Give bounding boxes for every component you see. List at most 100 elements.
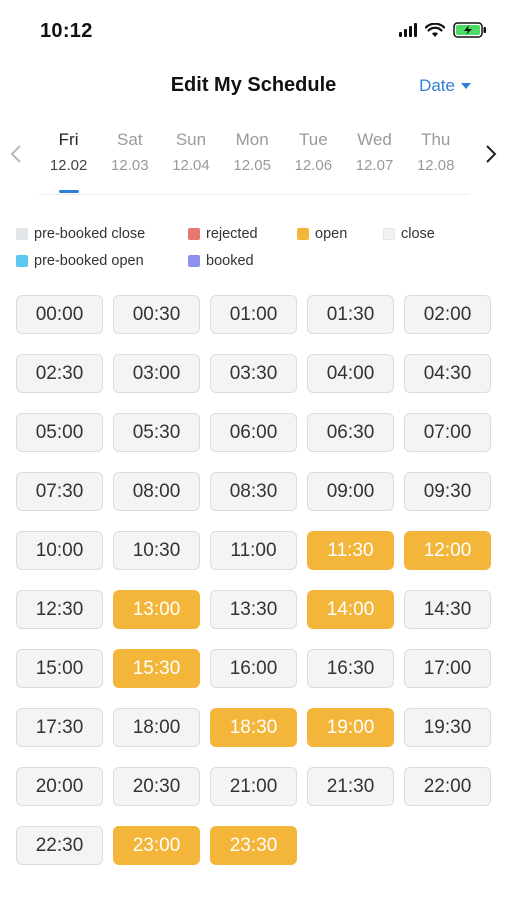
time-slot-0530[interactable]: 05:30: [113, 413, 200, 452]
legend-label: booked: [206, 252, 254, 269]
day-tab-sun[interactable]: Sun 12.04: [160, 130, 221, 192]
battery-charging-icon: [453, 22, 486, 38]
swatch-pre-booked-close: [16, 227, 28, 240]
time-slot-1230[interactable]: 12:30: [16, 590, 103, 629]
time-slot-grid: 00:00 00:30 01:00 01:30 02:00 02:30 03:00 03:30…: [16, 295, 491, 865]
time-slot-1600[interactable]: 16:00: [210, 649, 297, 688]
day-tabs: Fri 12.02 Sat 12.03 Sun 12.04 Mon 12.05 …: [38, 130, 466, 193]
time-slot-2030[interactable]: 20:30: [113, 767, 200, 806]
swatch-open: [297, 227, 309, 240]
swatch-close: [383, 227, 395, 240]
chevron-right-icon[interactable]: [485, 144, 497, 170]
time-slot-1930[interactable]: 19:30: [404, 708, 491, 747]
date-filter-dropdown[interactable]: Date: [419, 76, 471, 96]
time-slot-2230[interactable]: 22:30: [16, 826, 103, 865]
legend-label: rejected: [206, 225, 258, 242]
time-slot-1800[interactable]: 18:00: [113, 708, 200, 747]
time-slot-0730[interactable]: 07:30: [16, 472, 103, 511]
day-name: Fri: [58, 130, 79, 149]
day-tab-tue[interactable]: Tue 12.06: [283, 130, 344, 192]
time-slot-0630[interactable]: 06:30: [307, 413, 394, 452]
time-slot-1500[interactable]: 15:00: [16, 649, 103, 688]
time-slot-0130[interactable]: 01:30: [307, 295, 394, 334]
time-slot-2300[interactable]: 23:00: [113, 826, 200, 865]
time-slot-0200[interactable]: 02:00: [404, 295, 491, 334]
legend-label: pre-booked close: [34, 225, 146, 242]
time-slot-1200[interactable]: 12:00: [404, 531, 491, 570]
time-slot-0600[interactable]: 06:00: [210, 413, 297, 452]
date-strip: Fri 12.02 Sat 12.03 Sun 12.04 Mon 12.05 …: [0, 116, 507, 196]
time-slot-0900[interactable]: 09:00: [307, 472, 394, 511]
divider: [38, 194, 469, 195]
day-tab-wed[interactable]: Wed 12.07: [344, 130, 405, 192]
time-slot-1730[interactable]: 17:30: [16, 708, 103, 747]
time-slot-0700[interactable]: 07:00: [404, 413, 491, 452]
time-slot-0100[interactable]: 01:00: [210, 295, 297, 334]
time-slot-2100[interactable]: 21:00: [210, 767, 297, 806]
time-slot-1100[interactable]: 11:00: [210, 531, 297, 570]
day-date: 12.05: [233, 157, 271, 174]
day-date: 12.02: [49, 157, 88, 174]
time-slot-1000[interactable]: 10:00: [16, 531, 103, 570]
day-tab-sat[interactable]: Sat 12.03: [99, 130, 160, 192]
legend-pre-booked-open: pre-booked open: [16, 253, 188, 269]
legend: pre-booked close rejected open close pre…: [16, 220, 496, 274]
swatch-pre-booked-open: [16, 254, 28, 267]
time-slot-0330[interactable]: 03:30: [210, 354, 297, 393]
day-date: 12.06: [294, 157, 333, 174]
day-tab-thu[interactable]: Thu 12.08: [405, 130, 466, 192]
time-slot-2130[interactable]: 21:30: [307, 767, 394, 806]
signal-icon: [399, 23, 417, 37]
time-slot-1330[interactable]: 13:30: [210, 590, 297, 629]
status-time: 10:12: [40, 20, 93, 42]
day-name: Thu: [421, 130, 451, 149]
caret-down-icon: [461, 83, 471, 89]
time-slot-0500[interactable]: 05:00: [16, 413, 103, 452]
time-slot-1530[interactable]: 15:30: [113, 649, 200, 688]
time-slot-0230[interactable]: 02:30: [16, 354, 103, 393]
legend-label: open: [315, 225, 348, 242]
day-name: Wed: [357, 130, 392, 149]
time-slot-0830[interactable]: 08:30: [210, 472, 297, 511]
legend-rejected: rejected: [188, 226, 297, 242]
day-name: Mon: [235, 130, 269, 149]
time-slot-1300[interactable]: 13:00: [113, 590, 200, 629]
time-slot-0400[interactable]: 04:00: [307, 354, 394, 393]
time-slot-1430[interactable]: 14:30: [404, 590, 491, 629]
time-slot-1830[interactable]: 18:30: [210, 708, 297, 747]
legend-booked: booked: [188, 253, 254, 269]
legend-close: close: [383, 226, 435, 242]
day-date: 12.03: [111, 157, 149, 174]
legend-label: close: [401, 225, 435, 242]
time-slot-1700[interactable]: 17:00: [404, 649, 491, 688]
active-day-indicator: [59, 190, 79, 193]
time-slot-0030[interactable]: 00:30: [113, 295, 200, 334]
time-slot-1130[interactable]: 11:30: [307, 531, 394, 570]
wifi-icon: [425, 22, 445, 37]
time-slot-1900[interactable]: 19:00: [307, 708, 394, 747]
day-date: 12.08: [416, 157, 455, 174]
time-slot-2000[interactable]: 20:00: [16, 767, 103, 806]
time-slot-2200[interactable]: 22:00: [404, 767, 491, 806]
swatch-booked: [188, 254, 200, 267]
time-slot-0930[interactable]: 09:30: [404, 472, 491, 511]
time-slot-0800[interactable]: 08:00: [113, 472, 200, 511]
day-date: 12.04: [172, 157, 210, 174]
day-name: Tue: [299, 130, 328, 149]
status-bar: 10:12: [0, 0, 507, 60]
swatch-rejected: [188, 227, 200, 240]
time-slot-0300[interactable]: 03:00: [113, 354, 200, 393]
time-slot-0430[interactable]: 04:30: [404, 354, 491, 393]
time-slot-0000[interactable]: 00:00: [16, 295, 103, 334]
chevron-left-icon[interactable]: [10, 144, 22, 170]
day-name: Sun: [175, 130, 207, 149]
time-slot-1400[interactable]: 14:00: [307, 590, 394, 629]
day-date: 12.07: [355, 157, 394, 174]
time-slot-1030[interactable]: 10:30: [113, 531, 200, 570]
day-tab-fri[interactable]: Fri 12.02: [38, 130, 99, 193]
time-slot-2330[interactable]: 23:30: [210, 826, 297, 865]
legend-open: open: [297, 226, 383, 242]
time-slot-1630[interactable]: 16:30: [307, 649, 394, 688]
day-tab-mon[interactable]: Mon 12.05: [222, 130, 283, 192]
status-icons: [399, 22, 487, 38]
